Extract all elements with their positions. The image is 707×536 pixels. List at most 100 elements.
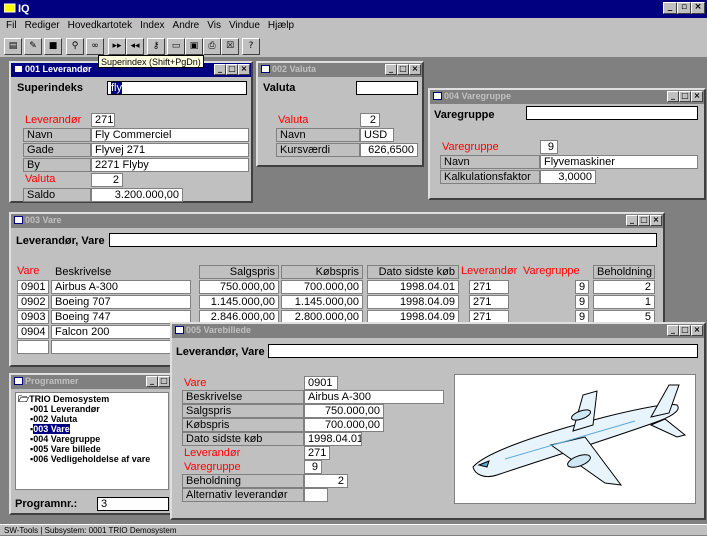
tree-item-selected[interactable]: ▪003 Vare <box>18 424 166 434</box>
minimize-icon[interactable]: _ <box>663 2 677 14</box>
table-cell[interactable]: 9 <box>575 295 589 309</box>
save-icon[interactable]: ■ <box>44 38 62 55</box>
table-cell[interactable]: 1.145.000,00 <box>281 295 363 309</box>
salgspris-field[interactable]: 750.000,00 <box>304 404 384 418</box>
vare-search-input[interactable] <box>109 233 657 247</box>
table-cell[interactable]: 9 <box>575 280 589 294</box>
leverandor-field[interactable]: 271 <box>91 113 115 127</box>
kobspris-field[interactable]: 700.000,00 <box>304 418 384 432</box>
beholdning-field[interactable]: 2 <box>304 474 348 488</box>
restore-icon[interactable]: ▫ <box>677 2 691 14</box>
superindex-icon[interactable]: ⚷ <box>147 38 165 55</box>
menu-vindue[interactable]: Vindue <box>225 20 264 36</box>
table-cell[interactable]: 1 <box>593 295 655 309</box>
table-cell[interactable]: 0902 <box>17 295 49 309</box>
beskrivelse-field[interactable]: Airbus A-300 <box>304 390 444 404</box>
valuta-field[interactable]: 2 <box>91 173 123 187</box>
dato-field[interactable]: 1998.04.01 <box>304 432 362 446</box>
table-cell[interactable]: 1998.04.01 <box>367 280 459 294</box>
tree-root[interactable]: 🗁TRIO Demosystem <box>18 394 166 404</box>
col-leverandor: Leverandør <box>461 265 518 277</box>
tree-item[interactable]: ▪006 Vedligeholdelse af vare <box>18 454 166 464</box>
tree-item[interactable]: ▪004 Varegruppe <box>18 434 166 444</box>
kursvaerdi-field[interactable]: 626,6500 <box>360 143 418 157</box>
programnr-input[interactable]: 3 <box>97 497 169 511</box>
menu-andre[interactable]: Andre <box>169 20 204 36</box>
table-cell[interactable]: 750.000,00 <box>199 280 279 294</box>
close-icon[interactable]: × <box>691 325 703 336</box>
menu-index[interactable]: Index <box>136 20 168 36</box>
varegruppe-search-input[interactable] <box>526 106 698 120</box>
menu-vis[interactable]: Vis <box>203 20 225 36</box>
filter-icon[interactable]: ∞ <box>86 38 104 55</box>
maximize-icon[interactable]: □ <box>397 64 409 75</box>
minimize-icon[interactable]: _ <box>146 376 158 387</box>
maximize-icon[interactable]: □ <box>679 91 691 102</box>
delete-icon[interactable]: ☒ <box>221 38 239 55</box>
window-title[interactable]: 003 Vare _ □ × <box>11 214 663 228</box>
next-icon[interactable]: ▸▸ <box>108 38 126 55</box>
window-title[interactable]: 004 Varegruppe _ □ × <box>430 90 704 104</box>
varegruppe-field[interactable]: 9 <box>540 140 558 154</box>
close-icon[interactable]: × <box>691 2 705 14</box>
table-cell[interactable]: 0903 <box>17 310 49 324</box>
window-title[interactable]: 005 Varebillede _ □ × <box>172 324 704 338</box>
maximize-icon[interactable]: □ <box>638 215 650 226</box>
list-icon[interactable]: ▤ <box>4 38 22 55</box>
minimize-icon[interactable]: _ <box>385 64 397 75</box>
menu-rediger[interactable]: Rediger <box>21 20 64 36</box>
prev-icon[interactable]: ◂◂ <box>126 38 144 55</box>
table-cell[interactable]: Airbus A-300 <box>51 280 191 294</box>
gade-field[interactable]: Flyvej 271 <box>91 143 249 157</box>
by-field[interactable]: 2271 Flyby <box>91 158 249 172</box>
varebillede-search-input[interactable] <box>268 344 698 358</box>
navn-field[interactable]: USD <box>360 128 394 142</box>
table-cell[interactable]: 1998.04.09 <box>367 295 459 309</box>
close-icon[interactable]: × <box>409 64 421 75</box>
close-icon[interactable]: × <box>650 215 662 226</box>
close-icon[interactable]: × <box>238 64 250 75</box>
table-cell[interactable]: 0904 <box>17 325 49 339</box>
table-cell[interactable]: 2 <box>593 280 655 294</box>
window-title[interactable]: 002 Valuta _ □ × <box>258 63 422 77</box>
windows-icon[interactable]: ▣ <box>185 38 203 55</box>
close-icon[interactable]: × <box>691 91 703 102</box>
maximize-icon[interactable]: □ <box>679 325 691 336</box>
menu-hjaelp[interactable]: Hjælp <box>264 20 298 36</box>
minimize-icon[interactable]: _ <box>214 64 226 75</box>
minimize-icon[interactable]: _ <box>667 325 679 336</box>
table-cell[interactable]: 1.145.000,00 <box>199 295 279 309</box>
table-cell[interactable]: 700.000,00 <box>281 280 363 294</box>
help-icon[interactable]: ? <box>242 38 260 55</box>
edit-icon[interactable]: ✎ <box>24 38 42 55</box>
menu-fil[interactable]: Fil <box>2 20 21 36</box>
tree-item[interactable]: ▪005 Vare billede <box>18 444 166 454</box>
valuta-field[interactable]: 2 <box>360 113 380 127</box>
window-icon[interactable]: ▭ <box>167 38 185 55</box>
menu-hovedkartotek[interactable]: Hovedkartotek <box>64 20 136 36</box>
minimize-icon[interactable]: _ <box>667 91 679 102</box>
tree-item[interactable]: ▪001 Leverandør <box>18 404 166 414</box>
search-icon[interactable]: ⚲ <box>66 38 84 55</box>
window-title[interactable]: Programmer _ □ <box>11 375 171 389</box>
table-cell[interactable]: 271 <box>469 280 509 294</box>
vare-field[interactable]: 0901 <box>304 376 338 390</box>
navn-field[interactable]: Flyvemaskiner <box>540 155 698 169</box>
valuta-search-input[interactable] <box>356 81 418 95</box>
table-cell[interactable]: Boeing 707 <box>51 295 191 309</box>
maximize-icon[interactable]: □ <box>158 376 170 387</box>
leverandor-field[interactable]: 271 <box>304 446 330 460</box>
table-cell[interactable] <box>17 340 49 354</box>
table-cell[interactable]: 0901 <box>17 280 49 294</box>
minimize-icon[interactable]: _ <box>626 215 638 226</box>
saldo-field[interactable]: 3.200.000,00 <box>91 188 183 202</box>
maximize-icon[interactable]: □ <box>226 64 238 75</box>
print-icon[interactable]: ⎙ <box>203 38 221 55</box>
navn-field[interactable]: Fly Commerciel <box>91 128 249 142</box>
kalkulationsfaktor-field[interactable]: 3,0000 <box>540 170 596 184</box>
superindeks-input[interactable]: fly <box>107 81 247 95</box>
varegruppe-field[interactable]: 9 <box>304 460 322 474</box>
table-cell[interactable]: 271 <box>469 295 509 309</box>
alternativ-field[interactable] <box>304 488 328 502</box>
tree-item[interactable]: ▪002 Valuta <box>18 414 166 424</box>
